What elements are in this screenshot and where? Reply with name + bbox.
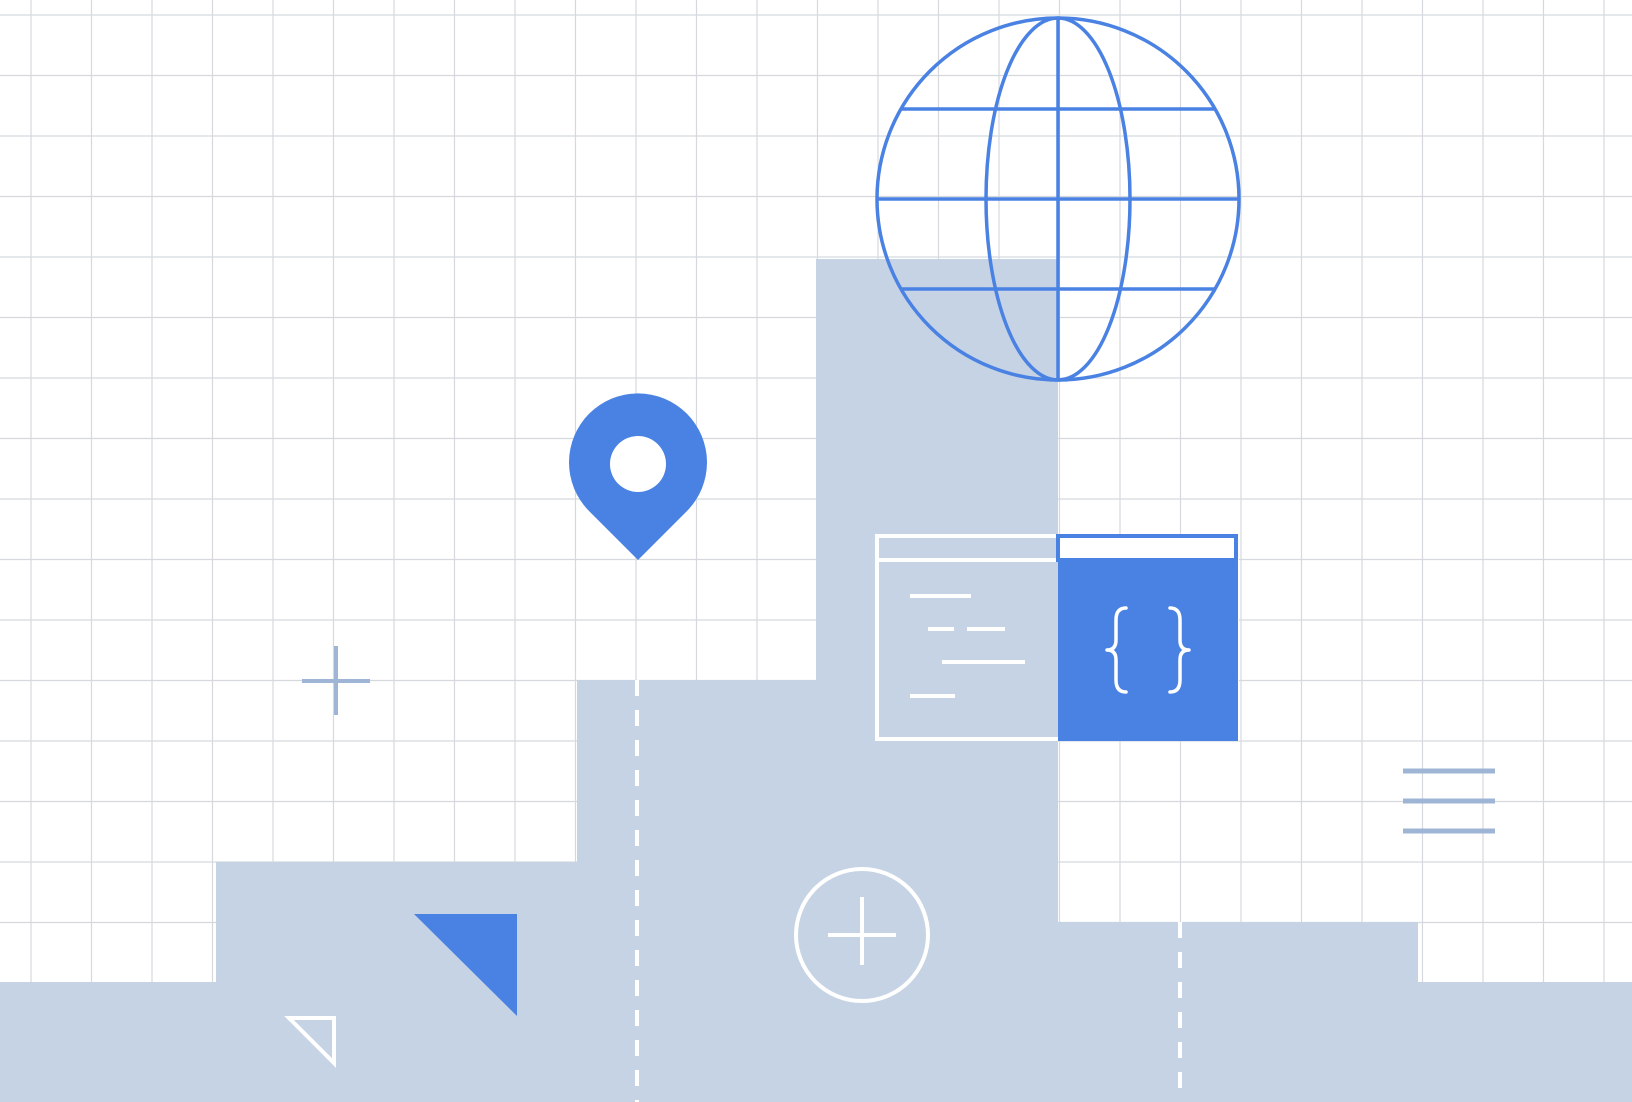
map-pin-hole xyxy=(610,436,666,492)
illustration-canvas xyxy=(0,0,1632,1102)
api-panel xyxy=(1056,534,1238,741)
block-step-right xyxy=(1058,922,1418,1102)
block-tower xyxy=(816,259,1058,1102)
block-step-mid xyxy=(577,680,817,1102)
block-step-low xyxy=(216,862,578,1102)
